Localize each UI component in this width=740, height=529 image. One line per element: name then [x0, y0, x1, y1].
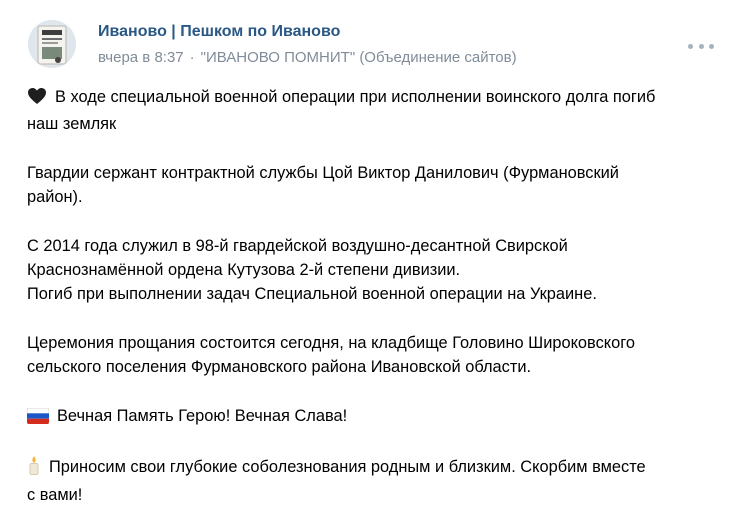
source-link[interactable]: "ИВАНОВО ПОМНИТ" (Объединение сайтов)	[201, 49, 517, 66]
paragraph-2-line-1: Гвардии сержант контрактной службы Цой В…	[27, 163, 619, 182]
paragraph-6-line-2: с вами!	[27, 485, 83, 504]
paragraph-6-line-1: Приносим свои глубокие соболезнования ро…	[27, 455, 717, 482]
post-text: В ходе специальной военной операции при …	[26, 85, 717, 507]
russian-flag-icon	[26, 407, 50, 431]
paragraph-1-line-1: В ходе специальной военной операции при …	[27, 85, 717, 112]
paragraph-3-line-2: Краснознамённой ордена Кутузова 2-й степ…	[27, 261, 461, 280]
more-options-icon[interactable]	[688, 36, 714, 56]
post-meta: вчера в 8:37 · "ИВАНОВО ПОМНИТ" (Объединен…	[98, 49, 517, 66]
post-time-link[interactable]: вчера в 8:37	[98, 49, 184, 66]
group-name-link[interactable]: Иваново | Пешком по Иваново	[98, 23, 340, 41]
paragraph-2-line-2: район).	[27, 188, 83, 207]
paragraph-3-line-1: С 2014 года служил в 98-й гвардейской во…	[27, 236, 568, 255]
paragraph-1-line-2: наш земляк	[27, 115, 117, 134]
paragraph-5: Вечная Память Герою! Вечная Слава!	[26, 404, 717, 431]
paragraph-3-line-3: Погиб при выполнении задач Специальной в…	[27, 285, 597, 304]
group-avatar[interactable]	[28, 20, 76, 68]
post-card: Иваново | Пешком по Иваново вчера в 8:37…	[0, 0, 740, 529]
paragraph-4-line-2: сельского поселения Фурмановского района…	[27, 358, 532, 377]
black-heart-icon	[27, 87, 47, 112]
candle-icon	[27, 455, 41, 482]
paragraph-4-line-1: Церемония прощания состоится сегодня, на…	[27, 333, 635, 352]
meta-separator: ·	[189, 49, 195, 66]
avatar-image-icon	[28, 20, 76, 68]
